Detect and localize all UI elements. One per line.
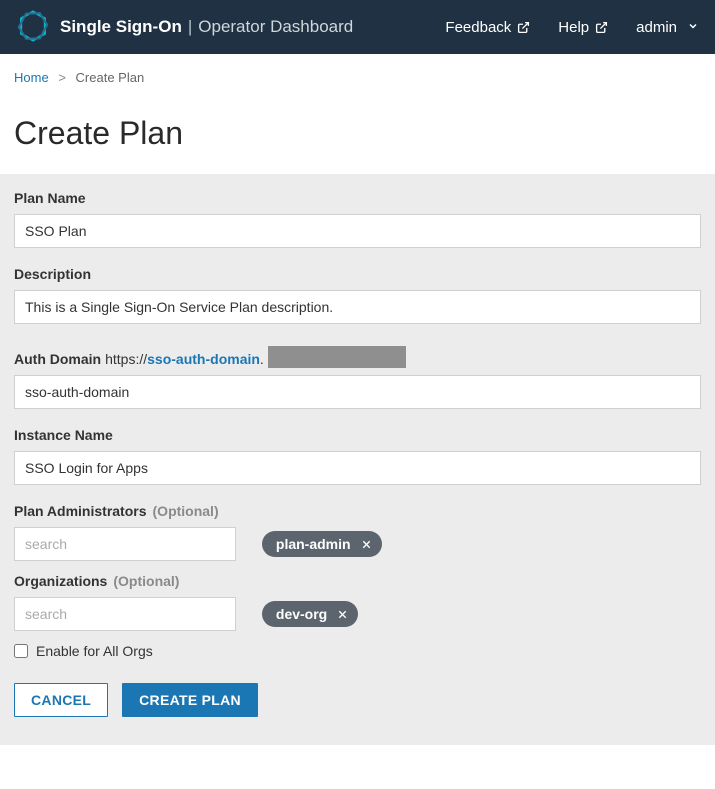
feedback-label: Feedback	[445, 19, 511, 36]
user-name: admin	[636, 19, 677, 36]
brand[interactable]: Single Sign-On | Operator Dashboard	[16, 9, 353, 46]
breadcrumb: Home > Create Plan	[0, 54, 715, 91]
breadcrumb-home[interactable]: Home	[14, 70, 49, 85]
enable-all-orgs-row: Enable for All Orgs	[14, 643, 701, 659]
plan-name-field: Plan Name	[14, 190, 701, 248]
auth-domain-url-dot: .	[260, 351, 264, 367]
external-link-icon	[517, 21, 530, 34]
header-links: Feedback Help admin	[445, 19, 699, 36]
auth-domain-field: Auth Domain https://sso-auth-domain.	[14, 342, 701, 409]
help-label: Help	[558, 19, 589, 36]
app-header: Single Sign-On | Operator Dashboard Feed…	[0, 0, 715, 54]
organizations-field: Organizations (Optional) dev-org	[14, 573, 701, 631]
remove-chip-icon[interactable]	[337, 609, 348, 620]
form-panel: Plan Name Description Auth Domain https:…	[0, 174, 715, 745]
description-label: Description	[14, 266, 701, 282]
cancel-button[interactable]: Cancel	[14, 683, 108, 717]
user-menu[interactable]: admin	[636, 19, 699, 36]
instance-name-label: Instance Name	[14, 427, 701, 443]
organization-chip: dev-org	[262, 601, 358, 627]
organization-chip-label: dev-org	[276, 606, 327, 622]
plan-name-label: Plan Name	[14, 190, 701, 206]
remove-chip-icon[interactable]	[361, 539, 372, 550]
auth-domain-label: Auth Domain https://sso-auth-domain.	[14, 342, 406, 367]
enable-all-orgs-checkbox[interactable]	[14, 644, 28, 658]
plan-admins-label: Plan Administrators (Optional)	[14, 503, 701, 519]
auth-domain-redacted	[268, 346, 406, 368]
plan-admins-search-input[interactable]	[14, 527, 236, 561]
instance-name-input[interactable]	[14, 451, 701, 485]
organizations-label: Organizations (Optional)	[14, 573, 701, 589]
chevron-down-icon	[687, 19, 699, 36]
auth-domain-url-prefix: https://	[105, 351, 147, 367]
organizations-optional: (Optional)	[113, 573, 179, 589]
auth-domain-input[interactable]	[14, 375, 701, 409]
description-input[interactable]	[14, 290, 701, 324]
plan-admin-chip: plan-admin	[262, 531, 382, 557]
logo-icon	[16, 9, 50, 46]
page-title: Create Plan	[0, 91, 715, 174]
plan-admin-chip-label: plan-admin	[276, 536, 351, 552]
feedback-link[interactable]: Feedback	[445, 19, 530, 36]
brand-separator: |	[188, 17, 192, 37]
help-link[interactable]: Help	[558, 19, 608, 36]
plan-admins-field: Plan Administrators (Optional) plan-admi…	[14, 503, 701, 561]
plan-name-input[interactable]	[14, 214, 701, 248]
organizations-search-input[interactable]	[14, 597, 236, 631]
brand-title: Single Sign-On	[60, 17, 182, 37]
auth-domain-label-text: Auth Domain	[14, 351, 101, 367]
organizations-label-text: Organizations	[14, 573, 107, 589]
enable-all-orgs-label[interactable]: Enable for All Orgs	[36, 643, 153, 659]
breadcrumb-separator: >	[58, 70, 66, 85]
external-link-icon	[595, 21, 608, 34]
breadcrumb-current: Create Plan	[76, 70, 145, 85]
brand-subtitle: Operator Dashboard	[198, 17, 353, 37]
description-field: Description	[14, 266, 701, 324]
auth-domain-url-subdomain: sso-auth-domain	[147, 351, 260, 367]
create-plan-button[interactable]: Create Plan	[122, 683, 258, 717]
plan-admins-optional: (Optional)	[153, 503, 219, 519]
instance-name-field: Instance Name	[14, 427, 701, 485]
button-row: Cancel Create Plan	[14, 683, 701, 717]
plan-admins-label-text: Plan Administrators	[14, 503, 147, 519]
